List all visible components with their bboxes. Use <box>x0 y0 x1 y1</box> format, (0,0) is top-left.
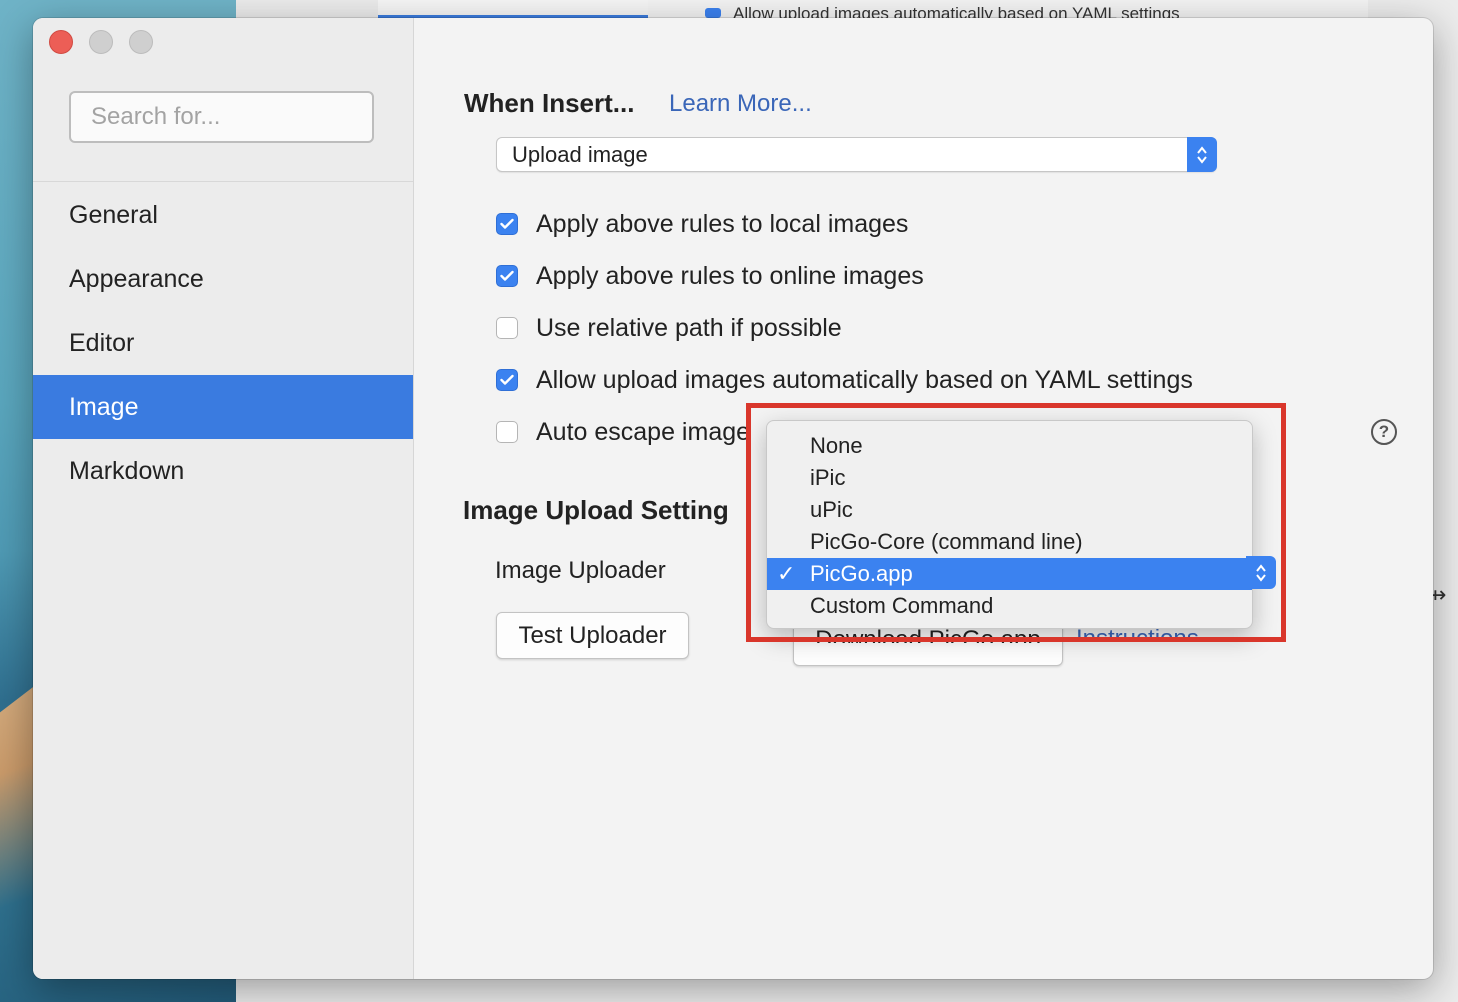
when-insert-select[interactable]: Upload image <box>496 137 1217 172</box>
chevron-updown-icon <box>1187 137 1217 172</box>
annotation-highlight-box <box>746 403 1286 642</box>
learn-more-link[interactable]: Learn More... <box>669 90 812 118</box>
option-row[interactable]: Apply above rules to online images <box>496 261 924 291</box>
background-checkbox <box>705 8 721 18</box>
option-row[interactable]: Auto escape image <box>496 417 750 447</box>
image-uploader-label: Image Uploader <box>495 557 666 584</box>
when-insert-title: When Insert... <box>464 88 635 118</box>
when-insert-select-value: Upload image <box>512 142 648 167</box>
checkbox[interactable] <box>496 265 518 287</box>
sidebar-divider <box>33 181 413 182</box>
checkbox[interactable] <box>496 421 518 443</box>
sidebar-item-markdown[interactable]: Markdown <box>33 439 413 503</box>
background-window-text: Allow upload images automatically based … <box>733 4 1180 18</box>
option-label: Apply above rules to local images <box>536 209 909 238</box>
image-upload-setting-title: Image Upload Setting <box>463 495 729 525</box>
help-icon[interactable]: ? <box>1371 419 1397 445</box>
option-label: Apply above rules to online images <box>536 261 924 290</box>
test-uploader-button[interactable]: Test Uploader <box>496 612 689 659</box>
option-label: Allow upload images automatically based … <box>536 365 1193 394</box>
checkbox[interactable] <box>496 317 518 339</box>
sidebar-item-image[interactable]: Image <box>33 375 413 439</box>
zoom-window-button[interactable] <box>129 30 153 54</box>
minimize-window-button[interactable] <box>89 30 113 54</box>
checkbox[interactable] <box>496 369 518 391</box>
close-window-button[interactable] <box>49 30 73 54</box>
sidebar-item-general[interactable]: General <box>33 183 413 247</box>
background-window-tab <box>378 0 648 18</box>
sidebar-item-appearance[interactable]: Appearance <box>33 247 413 311</box>
checkbox[interactable] <box>496 213 518 235</box>
search-input[interactable] <box>69 91 374 143</box>
option-label: Auto escape image <box>536 417 751 446</box>
option-row[interactable]: Allow upload images automatically based … <box>496 365 1193 395</box>
sidebar: GeneralAppearanceEditorImageMarkdown <box>33 18 414 979</box>
sidebar-item-editor[interactable]: Editor <box>33 311 413 375</box>
option-row[interactable]: Apply above rules to local images <box>496 209 908 239</box>
option-label: Use relative path if possible <box>536 313 842 342</box>
option-row[interactable]: Use relative path if possible <box>496 313 842 343</box>
